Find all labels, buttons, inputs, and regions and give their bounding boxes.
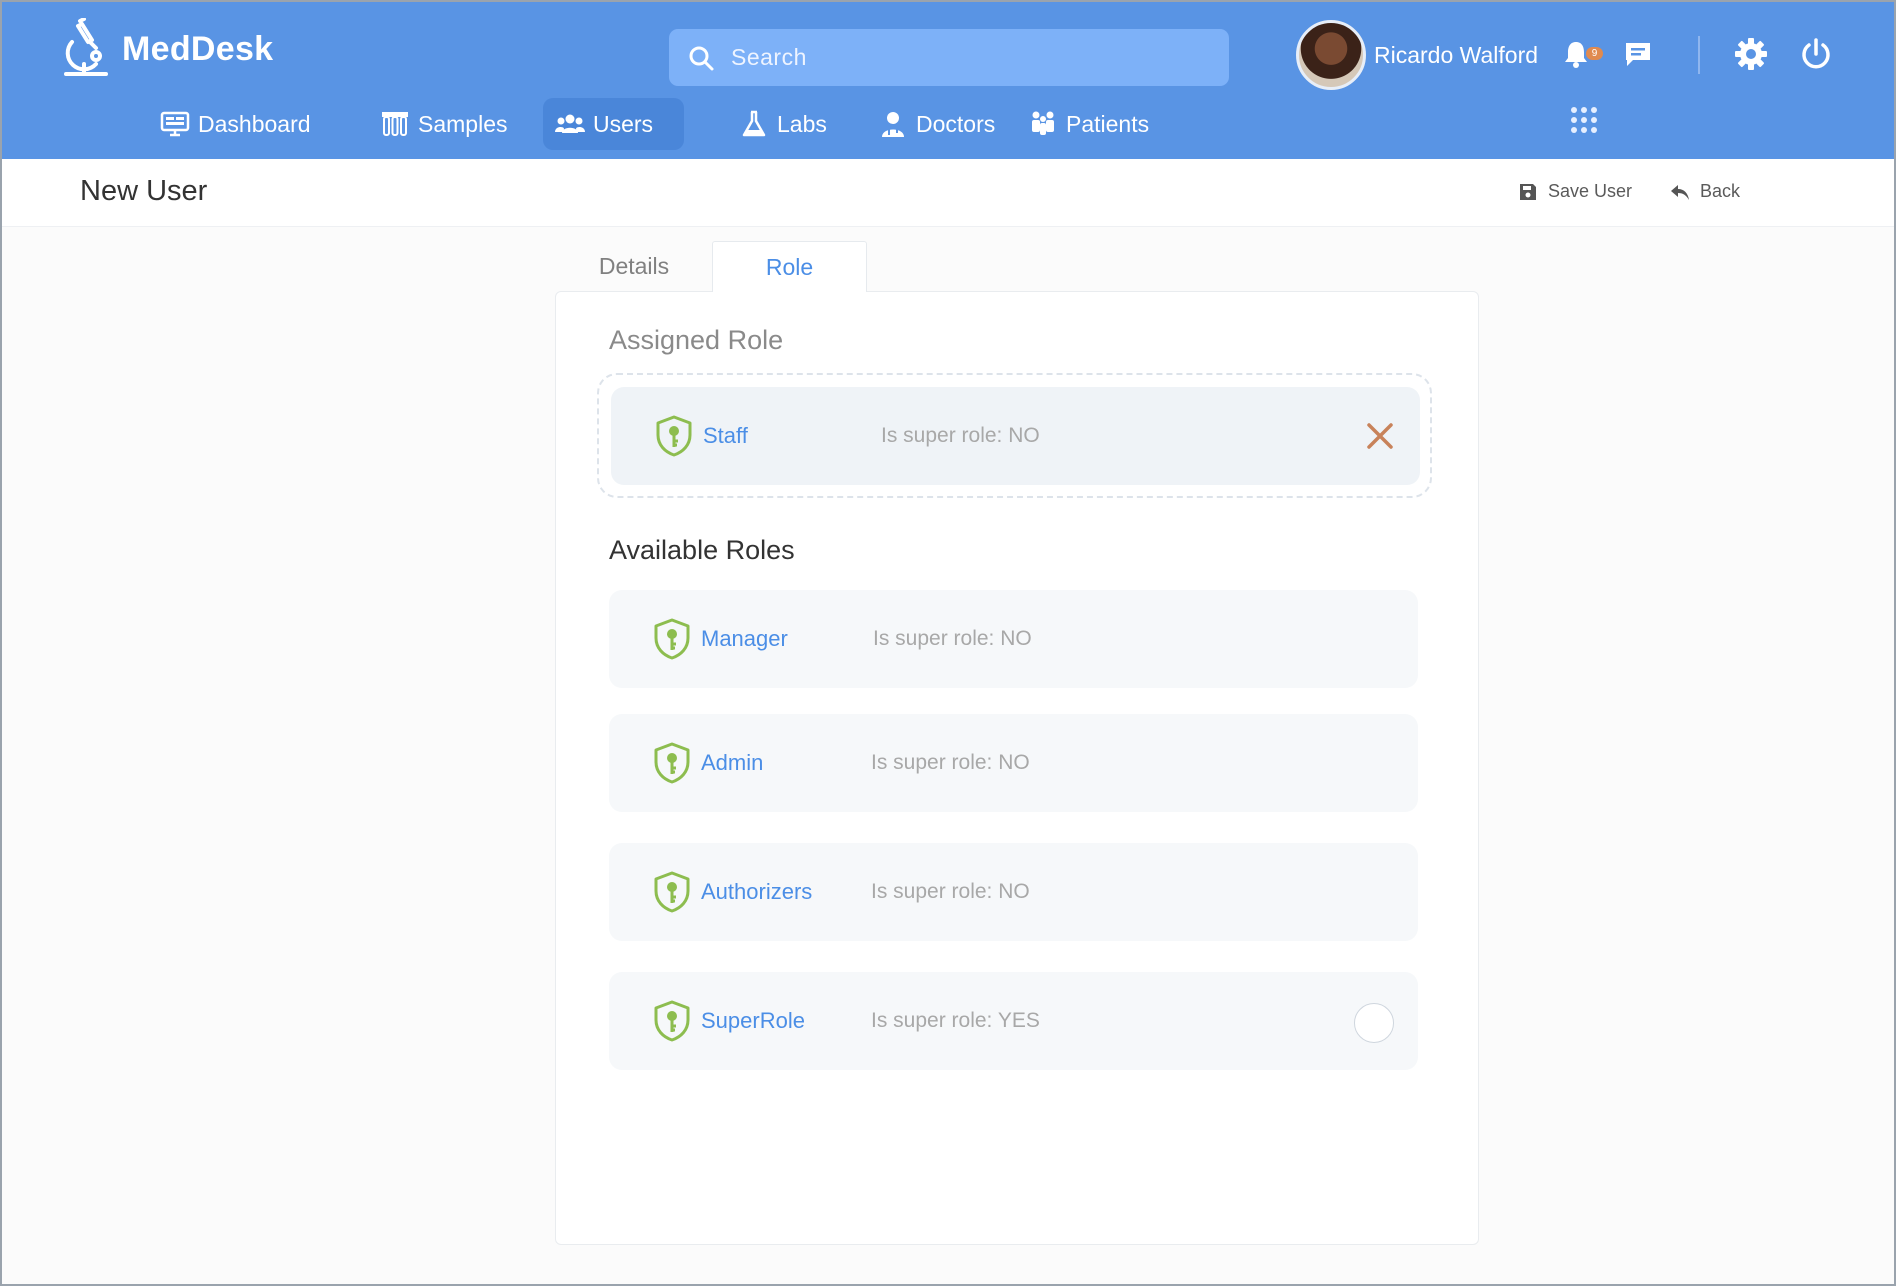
floppy-disk-icon [1520, 183, 1536, 200]
tab-role[interactable]: Role [712, 241, 867, 292]
users-icon [555, 114, 585, 133]
search-bar[interactable] [669, 29, 1229, 86]
monitor-icon [160, 111, 190, 137]
assigned-role-item[interactable]: Staff Is super role: NO [611, 387, 1420, 485]
available-roles-heading: Available Roles [609, 535, 795, 565]
nav-labs[interactable]: Labs [727, 98, 839, 150]
search-input[interactable] [731, 44, 1211, 71]
role-super-status: Is super role: YES [871, 1009, 1040, 1032]
test-tubes-icon [382, 112, 408, 136]
microscope-icon [64, 18, 108, 76]
shield-key-icon [654, 742, 690, 784]
doctor-icon [882, 112, 904, 137]
nav-patients[interactable]: Patients [1016, 98, 1161, 150]
app-name: MedDesk [122, 29, 274, 68]
back-button[interactable]: Back [1670, 181, 1740, 202]
assigned-role-heading: Assigned Role [609, 325, 784, 355]
role-name: Admin [701, 750, 764, 775]
app-logo[interactable]: MedDesk [62, 18, 273, 80]
top-header: MedDesk Ricardo Walford 9 [0, 0, 1896, 159]
nav-samples-label: Samples [418, 110, 508, 137]
search-icon [689, 46, 714, 70]
role-name: Staff [703, 423, 748, 448]
nav-dashboard-label: Dashboard [198, 110, 311, 137]
nav-users-label: Users [593, 110, 654, 137]
flask-icon [742, 110, 766, 137]
back-label: Back [1700, 181, 1741, 201]
tab-details[interactable]: Details [566, 241, 702, 292]
nav-dashboard[interactable]: Dashboard [148, 98, 323, 150]
nav-doctors[interactable]: Doctors [866, 98, 1007, 150]
shield-key-icon [654, 871, 690, 913]
user-profile[interactable]: Ricardo Walford [1296, 20, 1538, 90]
power-icon[interactable] [1798, 36, 1834, 72]
nav-users[interactable]: Users [543, 98, 684, 150]
user-name: Ricardo Walford [1374, 41, 1539, 68]
role-super-status: Is super role: NO [871, 751, 1030, 774]
nav-doctors-label: Doctors [916, 110, 996, 137]
role-super-status: Is super role: NO [881, 424, 1040, 447]
nav-samples[interactable]: Samples [368, 98, 519, 150]
chat-icon[interactable] [1622, 38, 1654, 70]
role-name: SuperRole [701, 1008, 805, 1033]
apps-grid-icon[interactable] [1570, 106, 1598, 134]
avatar[interactable] [1296, 20, 1366, 90]
select-role-radio[interactable] [1354, 1003, 1394, 1043]
patients-icon [1032, 111, 1054, 135]
notification-badge: 9 [1586, 47, 1603, 60]
role-name: Manager [701, 626, 788, 651]
nav-patients-label: Patients [1066, 110, 1150, 137]
nav-labs-label: Labs [777, 110, 827, 137]
reply-arrow-icon [1671, 184, 1689, 200]
page-title: New User [80, 175, 208, 207]
available-role-item[interactable]: Admin Is super role: NO [609, 714, 1418, 812]
save-user-button[interactable]: Save User [1518, 181, 1632, 202]
available-role-item[interactable]: Authorizers Is super role: NO [609, 843, 1418, 941]
shield-key-icon [656, 415, 692, 457]
role-super-status: Is super role: NO [871, 880, 1030, 903]
shield-key-icon [654, 618, 690, 660]
page-toolbar: New User Save User Back [0, 159, 1896, 227]
main-nav: Dashboard Samples Users Labs Doctors Pat… [0, 98, 1300, 150]
available-role-item[interactable]: SuperRole Is super role: YES [609, 972, 1418, 1070]
remove-role-icon[interactable] [1364, 420, 1396, 452]
header-divider [1698, 36, 1700, 74]
shield-key-icon [654, 1000, 690, 1042]
gear-icon[interactable] [1733, 36, 1769, 72]
role-name: Authorizers [701, 879, 813, 904]
role-super-status: Is super role: NO [873, 627, 1032, 650]
save-user-label: Save User [1548, 181, 1633, 201]
available-role-item[interactable]: Manager Is super role: NO [609, 590, 1418, 688]
